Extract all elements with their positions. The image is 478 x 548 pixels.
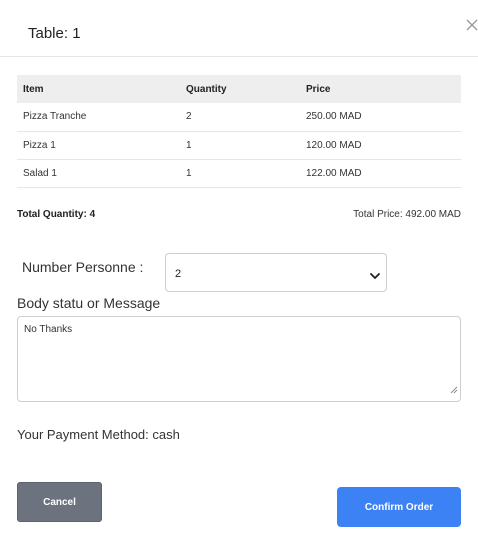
table-row: Salad 1 1 122.00 MAD (17, 159, 461, 188)
item-quantity-cell: 2 (180, 103, 300, 132)
cancel-button[interactable]: Cancel (17, 482, 102, 522)
close-icon[interactable] (465, 18, 478, 32)
column-header-price: Price (306, 83, 331, 95)
number-personne-value: 2 (175, 268, 182, 280)
table-header-row: Item Quantity Price (17, 75, 461, 103)
item-name-cell: Pizza 1 (17, 131, 180, 160)
number-personne-select[interactable]: 2 (165, 253, 387, 292)
total-quantity: Total Quantity: 4 (17, 209, 96, 220)
chevron-down-icon (369, 268, 381, 286)
confirm-order-button[interactable]: Confirm Order (337, 487, 461, 527)
column-header-quantity: Quantity (186, 83, 227, 95)
message-label: Body statu or Message (17, 295, 161, 311)
payment-method: Your Payment Method: cash (17, 427, 180, 442)
order-modal: Table: 1 Item Quantity Price Pizza Tranc… (0, 0, 478, 548)
modal-header: Table: 1 (0, 0, 478, 57)
message-textarea[interactable]: No Thanks (17, 316, 461, 402)
resize-handle-icon[interactable] (450, 381, 458, 399)
message-text: No Thanks (24, 324, 73, 335)
table-row: Pizza Tranche 2 250.00 MAD (17, 103, 461, 132)
item-price-cell: 250.00 MAD (300, 103, 461, 132)
column-header-item: Item (23, 83, 44, 95)
table-row: Pizza 1 1 120.00 MAD (17, 131, 461, 160)
item-quantity-cell: 1 (180, 131, 300, 160)
number-personne-label: Number Personne : (22, 259, 144, 275)
modal-title: Table: 1 (28, 25, 81, 42)
item-name-cell: Pizza Tranche (17, 103, 180, 132)
order-items-table: Item Quantity Price Pizza Tranche 2 250.… (17, 75, 461, 188)
item-name-cell: Salad 1 (17, 159, 180, 188)
item-quantity-cell: 1 (180, 159, 300, 188)
item-price-cell: 122.00 MAD (300, 159, 461, 188)
item-price-cell: 120.00 MAD (300, 131, 461, 160)
total-price: Total Price: 492.00 MAD (353, 209, 461, 220)
